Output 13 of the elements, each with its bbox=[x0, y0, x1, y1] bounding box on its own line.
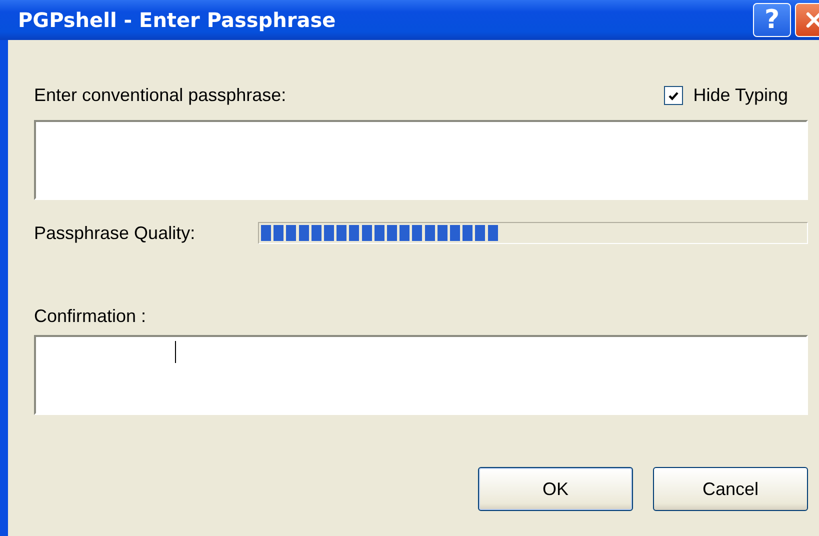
checkbox[interactable] bbox=[664, 86, 684, 105]
confirmation-field[interactable] bbox=[34, 335, 808, 415]
help-button[interactable]: ? bbox=[753, 3, 791, 37]
passphrase-label: Enter conventional passphrase: bbox=[34, 85, 286, 106]
confirmation-label: Confirmation : bbox=[34, 306, 148, 327]
ok-button[interactable]: OK bbox=[478, 467, 633, 511]
checkmark-icon bbox=[668, 90, 680, 100]
passphrase-field[interactable] bbox=[34, 120, 808, 200]
quality-label: Passphrase Quality: bbox=[34, 222, 196, 244]
window-title: PGPshell - Enter Passphrase bbox=[18, 8, 336, 32]
close-icon bbox=[804, 10, 819, 30]
hide-typing-checkbox[interactable]: Hide Typing bbox=[664, 85, 788, 106]
cancel-button[interactable]: Cancel bbox=[653, 467, 808, 511]
